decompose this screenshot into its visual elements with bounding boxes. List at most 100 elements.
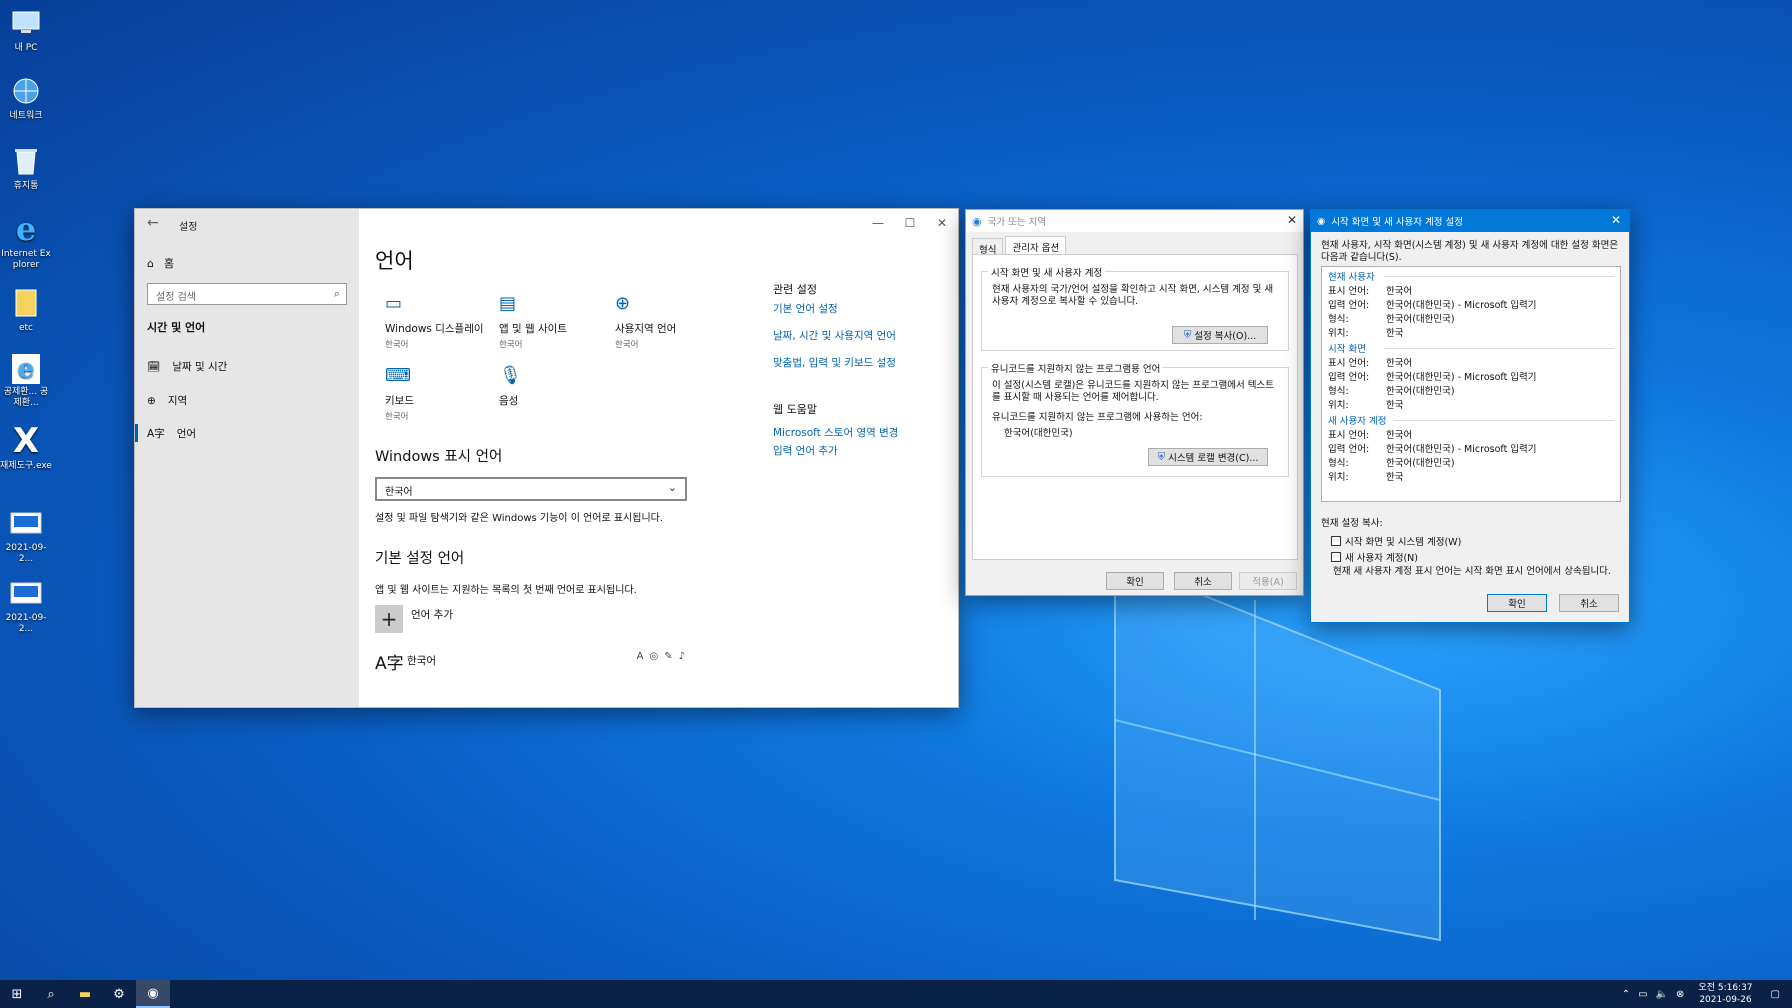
taskbar: ⊞ ⌕ ▬ ⚙ ◉ ⌃ ▭ 🔈 ⊗ 오전 5:16:37 2021-09-26 … bbox=[0, 980, 1792, 1008]
cancel-button[interactable]: 취소 bbox=[1559, 594, 1619, 612]
ok-button[interactable]: 확인 bbox=[1106, 572, 1164, 590]
chevron-up-icon[interactable]: ⌃ bbox=[1622, 989, 1630, 1000]
add-language-label[interactable]: 언어 추가 bbox=[411, 607, 453, 622]
notification-icon[interactable]: ▢ bbox=[1771, 989, 1780, 1000]
tile-keyboard[interactable]: ⌨ 키보드 한국어 bbox=[385, 365, 505, 422]
link-add-input-language[interactable]: 입력 언어 추가 bbox=[773, 443, 838, 458]
language-list-item[interactable]: A字 한국어 A ◎ ✎ ♪ bbox=[375, 649, 685, 674]
speech-icon: ◎ bbox=[649, 651, 659, 662]
copy-current-label: 현재 설정 복사: bbox=[1321, 518, 1383, 529]
link-change-store-region[interactable]: Microsoft 스토어 영역 변경 bbox=[773, 425, 898, 440]
desktop-icon-network[interactable]: 네트워크 bbox=[0, 74, 52, 122]
summary-row: 형식: 한국어(대한민국) bbox=[1328, 386, 1455, 397]
maximize-icon[interactable]: ☐ bbox=[894, 209, 926, 237]
desktop-icon-recycle-bin[interactable]: 휴지통 bbox=[0, 144, 52, 192]
apply-button[interactable]: 적용(A) bbox=[1239, 572, 1297, 590]
ime-icon[interactable]: ⊗ bbox=[1676, 989, 1684, 1000]
volume-icon[interactable]: 🔈 bbox=[1656, 989, 1668, 1000]
keyboard-icon: ⌨ bbox=[385, 365, 411, 386]
settings-sidebar: ← 설정 ⌂ 홈 설정 검색 ⌕ 시간 및 언어 🗓 날짜 및 시간 ⊕ 지역 … bbox=[135, 209, 359, 707]
summary-row: 표시 언어: 한국어 bbox=[1328, 286, 1413, 297]
active-indicator bbox=[135, 424, 138, 442]
settings-summary: 현재 사용자 표시 언어: 한국어 입력 언어: 한국어(대한민국) - Micro… bbox=[1321, 266, 1621, 502]
clock-date: 2021-09-26 bbox=[1699, 995, 1752, 1005]
cancel-button[interactable]: 취소 bbox=[1174, 572, 1232, 590]
checkbox-box[interactable] bbox=[1331, 552, 1341, 562]
minimize-icon[interactable]: — bbox=[862, 209, 894, 237]
desktop-icon-label: 2021-09-2... bbox=[5, 543, 47, 564]
summary-row: 위치: 한국 bbox=[1328, 328, 1404, 339]
checkbox-label: 시작 화면 및 시스템 계정(W) bbox=[1345, 537, 1462, 548]
section-new-user: 새 사용자 계정 bbox=[1328, 416, 1387, 427]
desktop-icon-this-pc[interactable]: 내 PC bbox=[0, 6, 52, 54]
clock[interactable]: 오전 5:16:37 2021-09-26 bbox=[1698, 982, 1752, 1006]
welcome-screen-group: 시작 화면 및 새 사용자 계정 현재 사용자의 국가/언어 설정을 확인하고 … bbox=[981, 265, 1289, 351]
add-language-button[interactable]: + bbox=[375, 605, 403, 633]
tile-apps-websites[interactable]: ▤ 앱 및 웹 사이트 한국어 bbox=[499, 293, 619, 350]
home-label: 홈 bbox=[163, 257, 175, 270]
ok-button[interactable]: 확인 bbox=[1487, 594, 1547, 612]
sidebar-home[interactable]: ⌂ 홈 bbox=[147, 255, 174, 271]
desktop-icon-x-app[interactable]: X 재제도구.exe bbox=[0, 421, 52, 472]
start-windows-icon[interactable]: ⊞ bbox=[0, 980, 34, 1008]
home-icon: ⌂ bbox=[147, 256, 154, 270]
summary-row: 표시 언어: 한국어 bbox=[1328, 358, 1413, 369]
region-app-icon[interactable]: ◉ bbox=[136, 980, 170, 1008]
link-spelling-typing-keyboard[interactable]: 맞춤법, 입력 및 키보드 설정 bbox=[773, 355, 896, 370]
administrative-panel: 시작 화면 및 새 사용자 계정 현재 사용자의 국가/언어 설정을 확인하고 … bbox=[972, 254, 1298, 560]
language-name: 한국어 bbox=[407, 655, 436, 667]
window-controls: — ☐ ✕ bbox=[862, 209, 958, 237]
ie-shortcut-icon: e bbox=[12, 354, 40, 384]
sidebar-item-region[interactable]: ⊕ 지역 bbox=[147, 393, 187, 408]
settings-search-input[interactable]: 설정 검색 ⌕ bbox=[147, 283, 347, 305]
copy-settings-button[interactable]: ⛨ 설정 복사(O)... bbox=[1172, 326, 1268, 344]
ie-icon: e bbox=[15, 210, 37, 248]
sidebar-item-language[interactable]: A字 언어 bbox=[147, 426, 196, 441]
close-icon[interactable]: ✕ bbox=[926, 209, 958, 237]
tile-regional-format[interactable]: ⊕ 사용지역 언어 한국어 bbox=[615, 293, 735, 350]
network-icon[interactable]: ▭ bbox=[1638, 989, 1647, 1000]
section-welcome-screen: 시작 화면 bbox=[1328, 344, 1366, 355]
close-icon[interactable]: ✕ bbox=[1287, 213, 1297, 227]
link-default-language-settings[interactable]: 기본 언어 설정 bbox=[773, 301, 838, 316]
settings-gear-icon[interactable]: ⚙ bbox=[102, 980, 136, 1008]
network-icon bbox=[9, 74, 43, 108]
inherit-note: 현재 새 사용자 계정 표시 언어는 시작 화면 표시 언어에서 상속됩니다. bbox=[1333, 566, 1611, 577]
desktop-icon-etc[interactable]: etc bbox=[0, 286, 52, 334]
search-icon: ⌕ bbox=[333, 287, 340, 300]
settings-window: ← 설정 ⌂ 홈 설정 검색 ⌕ 시간 및 언어 🗓 날짜 및 시간 ⊕ 지역 … bbox=[134, 208, 959, 708]
category-heading: 시간 및 언어 bbox=[147, 321, 206, 334]
checkbox-welcome-system[interactable]: 시작 화면 및 시스템 계정(W) bbox=[1331, 534, 1461, 548]
change-system-locale-button[interactable]: ⛨ 시스템 로캘 변경(C)... bbox=[1148, 448, 1268, 466]
desktop-icon-label: 공제환... 공제환... bbox=[3, 387, 49, 408]
desktop-icon-internet-explorer[interactable]: e Internet Explorer bbox=[0, 210, 52, 271]
desktop-icon-label: Internet Explorer bbox=[1, 249, 51, 270]
search-icon[interactable]: ⌕ bbox=[34, 980, 68, 1008]
desktop-icon-shortcut[interactable]: e 공제환... 공제환... bbox=[0, 354, 52, 409]
tile-speech[interactable]: 🎙 음성 bbox=[499, 365, 619, 408]
desktop-icon-label: 휴지통 bbox=[13, 181, 39, 191]
summary-row: 표시 언어: 한국어 bbox=[1328, 430, 1413, 441]
display-language-select[interactable]: 한국어 ⌄ bbox=[375, 477, 687, 501]
tile-windows-display[interactable]: ▭ Windows 디스플레이 한국어 bbox=[385, 293, 505, 350]
preferred-languages-desc: 앱 및 웹 사이트는 지원하는 목록의 첫 번째 언어로 표시됩니다. bbox=[375, 585, 637, 596]
button-label: 시스템 로캘 변경(C)... bbox=[1168, 453, 1259, 464]
microphone-icon: 🎙 bbox=[499, 365, 522, 386]
close-icon[interactable]: ✕ bbox=[1611, 213, 1621, 227]
desktop-icon-image1[interactable]: 2021-09-2... bbox=[0, 506, 52, 565]
settings-main: — ☐ ✕ 언어 ▭ Windows 디스플레이 한국어 ▤ 앱 및 웹 사이트… bbox=[359, 209, 958, 707]
file-explorer-icon[interactable]: ▬ bbox=[68, 980, 102, 1008]
checkbox-new-user[interactable]: 새 사용자 계정(N) bbox=[1331, 550, 1418, 564]
desktop-icon-image2[interactable]: 2021-09-2... bbox=[0, 576, 52, 635]
monitor-icon: ▭ bbox=[385, 293, 403, 314]
link-date-time-region[interactable]: 날짜, 시간 및 사용지역 언어 bbox=[773, 328, 896, 343]
globe-icon: ⊕ bbox=[147, 394, 156, 407]
back-arrow-icon[interactable]: ← bbox=[147, 215, 159, 231]
selected-language: 한국어 bbox=[385, 487, 413, 498]
sidebar-item-label: 언어 bbox=[176, 428, 197, 440]
display-language-desc: 설정 및 파일 탐색기와 같은 Windows 기능이 이 언어로 표시됩니다. bbox=[375, 513, 664, 524]
sidebar-item-label: 날짜 및 시간 bbox=[172, 361, 228, 373]
checkbox-box[interactable] bbox=[1331, 536, 1341, 546]
summary-row: 위치: 한국 bbox=[1328, 472, 1404, 483]
sidebar-item-date-time[interactable]: 🗓 날짜 및 시간 bbox=[147, 359, 227, 374]
